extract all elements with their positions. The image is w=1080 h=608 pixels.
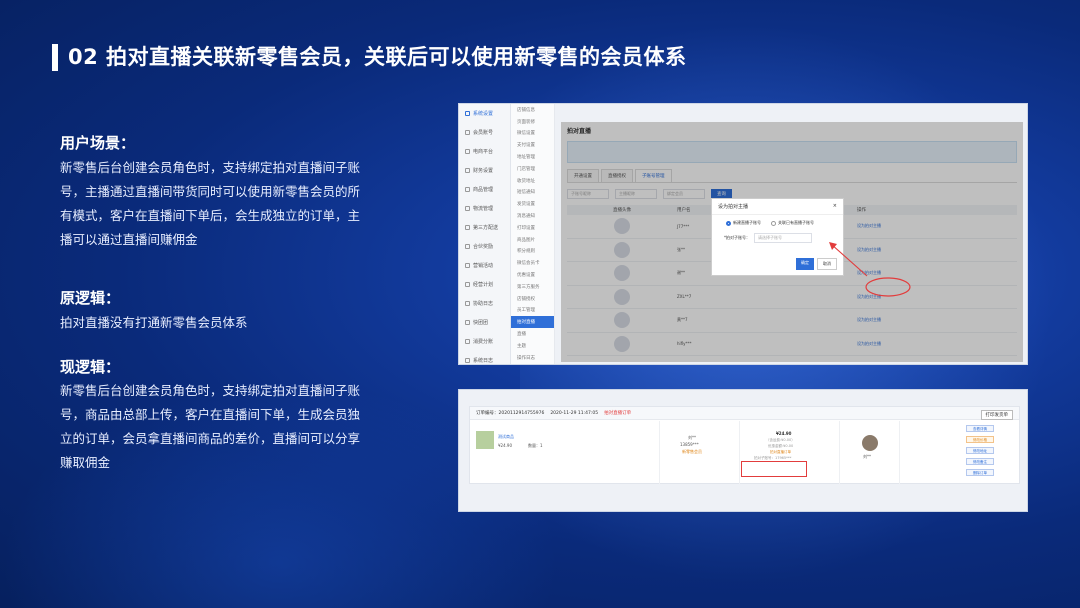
edit-price-button[interactable]: 修改价格 [966, 436, 994, 443]
section-heading-new-logic: 现逻辑： [60, 358, 121, 376]
goods-thumbnail [476, 431, 494, 449]
order-status: 拍对直播订单 [604, 411, 632, 416]
amount-note-freight: （含运费:¥0.00） [766, 438, 795, 442]
goods-qty: 数量：1 [528, 443, 543, 448]
anchor-cell [840, 421, 900, 484]
goods-price: ¥24.90 [498, 443, 512, 448]
order-number: 订单编号：2020112914755976 [476, 411, 545, 416]
section-heading-scenario: 用户场景： [60, 134, 136, 152]
edit-address-button[interactable]: 修改地址 [966, 447, 994, 454]
amount-note-discount: 优惠金额:¥0.00 [768, 444, 794, 448]
buyer-name: 刘** [688, 435, 696, 440]
goods-name: 测试商品 [498, 434, 514, 439]
arrow-line [830, 243, 868, 277]
page-title: 02 拍对直播关联新零售会员，关联后可以使用新零售的会员体系 [68, 45, 687, 69]
print-button[interactable]: 打印发货单 [980, 410, 1013, 420]
order-amount: ¥24.90 [776, 431, 792, 436]
edit-remark-button[interactable]: 修改备注 [966, 458, 994, 465]
highlight-circle [865, 277, 911, 297]
title-accent-bar [52, 44, 58, 71]
goods-cell [470, 421, 660, 484]
screenshot-live-settings: 系统设置 会员账号 电商平台 财务设置 商品管理 物流管理 第三方配送 合伙奖励 营销活动 经营计… [458, 103, 1028, 365]
anchor-avatar [862, 435, 878, 451]
screenshot-order: 订单编号：2020112914755976 2020-11-29 11:47:0… [458, 389, 1028, 512]
annotation-overlay [829, 242, 911, 297]
order-actions: 查看详情 修改价格 修改地址 修改备注 删除订单 [966, 425, 994, 476]
view-detail-button[interactable]: 查看详情 [966, 425, 994, 432]
highlight-box [741, 461, 807, 477]
anchor-name: 刘** [863, 454, 871, 459]
section-body-new-logic: 新零售后台创建会员角色时，支持绑定拍对直播间子账号，商品由总部上传，客户在直播间… [60, 383, 361, 470]
order-time: 2020-11-29 11:47:05 [550, 410, 599, 416]
buyer-phone: 13859*** [680, 442, 699, 447]
section-heading-old-logic: 原逻辑： [60, 289, 121, 307]
section-body-scenario: 新零售后台创建会员角色时，支持绑定拍对直播间子账号，主播通过直播间带货同时可以使… [60, 160, 361, 247]
live-order-tag: 拍对直播订单 [770, 450, 791, 454]
order-header: 订单编号：2020112914755976 2020-11-29 11:47:0… [470, 407, 1019, 420]
section-body-old-logic: 拍对直播没有打通新零售会员体系 [60, 315, 248, 330]
delete-order-button[interactable]: 删除订单 [966, 469, 994, 476]
buyer-tag: 新零售会员 [682, 449, 702, 454]
